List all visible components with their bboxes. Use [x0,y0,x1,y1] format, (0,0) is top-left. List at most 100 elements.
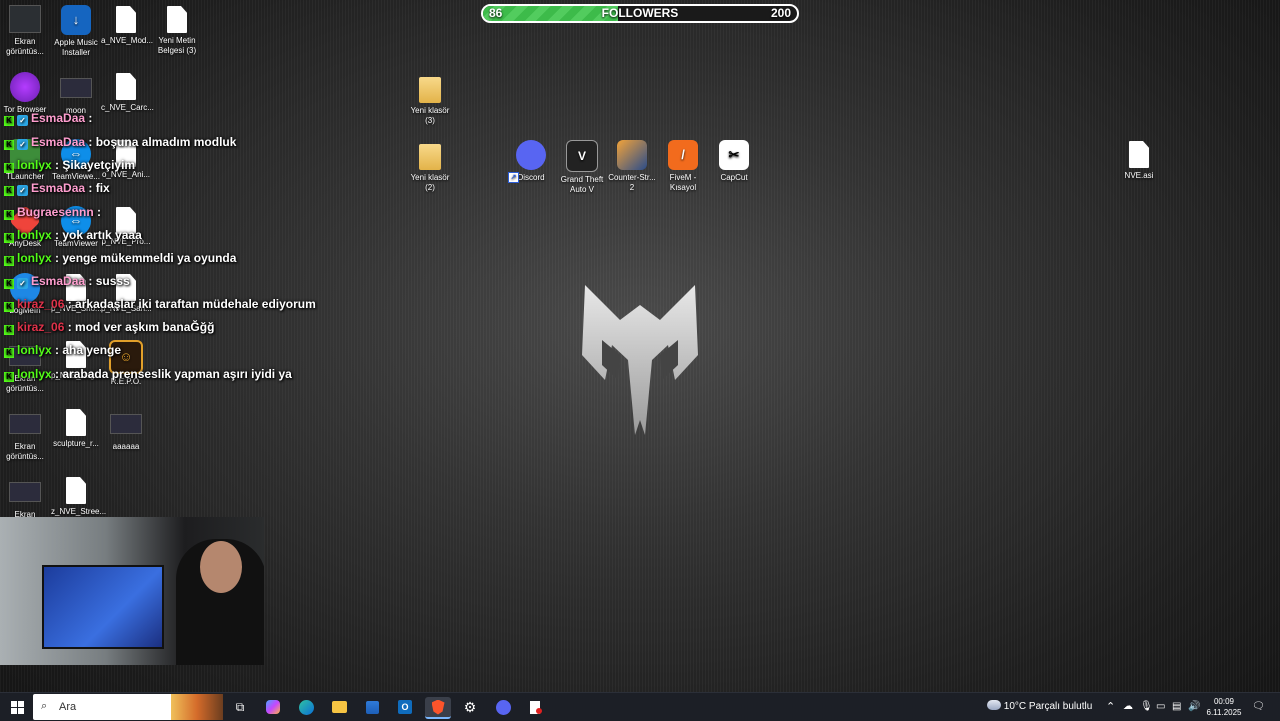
copilot-button[interactable] [262,697,284,717]
chat-message: Klonlyx : arabada prenseslik yapman aşır… [4,366,292,382]
desktop-icon-screenshot-4[interactable]: Ekran [0,476,50,520]
desktop-icon-yeni-klasor-3[interactable]: Yeni klasör (3) [405,75,455,126]
cloud-sync-icon: ☁ [1123,701,1133,712]
screenshot-thumbnail-icon [9,414,41,434]
document-taskbar-button[interactable] [525,697,547,717]
settings-button[interactable]: ⚙ [459,697,481,717]
desktop-icon-fivem[interactable]: / FiveM - Kısayol [658,140,708,193]
verified-badge-icon: ✓ [17,139,28,150]
installer-download-icon: ↓ [61,5,91,35]
clock[interactable]: 00:09 6.11.2025 [1204,693,1244,721]
kick-badge-icon: K [4,256,14,266]
desktop-icon-capcut[interactable]: ✂ CapCut [709,140,759,183]
desktop-icon-sculpture[interactable]: sculpture_r... [51,408,101,449]
text-document-icon [167,6,187,33]
tray-network[interactable]: ▤ [1172,693,1181,721]
verified-badge-icon: ✓ [17,185,28,196]
desktop-icon-apple-music-installer[interactable]: ↓ Apple Music Installer [51,5,101,58]
desktop-icon-gta-v[interactable]: V Grand Theft Auto V [557,140,607,195]
brave-icon [431,699,445,715]
desktop-icon-file-c-nve-carc[interactable]: c_NVE_Carc... [101,72,154,113]
verified-badge-icon: ✓ [17,115,28,126]
chevron-up-icon: ⌃ [1106,701,1116,713]
webcam-head [200,541,242,593]
icon-label: a_NVE_Mod... [101,36,154,45]
chat-username: EsmaDaa [31,274,86,288]
desktop-icon-counter-strike-2[interactable]: Counter-Str... 2 [607,140,657,193]
icon-label: Grand Theft Auto V [560,175,604,194]
chat-text: boşuna almadım modluk [95,135,237,149]
start-button[interactable] [6,697,28,717]
edge-button[interactable] [295,697,317,717]
taskbar-search-box[interactable]: ⌕ Ara [33,694,223,720]
desktop-icon-tor-browser[interactable]: Tor Browser [0,72,50,115]
chat-text: susss [95,274,130,288]
desktop-icon-discord[interactable]: ↗ Discord [506,140,556,183]
task-view-button[interactable]: ⧉ [229,697,251,717]
outlook-button[interactable]: O [394,697,416,717]
desktop-icon-yeni-metin-belgesi[interactable]: Yeni Metin Belgesi (3) [152,5,202,56]
chat-message: Klonlyx : aha yenge [4,342,121,358]
desktop-icon-screenshot-1[interactable]: Ekran görüntüs... [0,5,50,57]
chat-text: yok artık yaaa [62,228,142,242]
chat-separator: : [85,111,93,125]
screenshot-thumbnail-icon [9,482,41,502]
chat-username: Bugraesennn [17,205,94,219]
tray-overflow-button[interactable]: ⌃ [1106,693,1115,721]
search-placeholder: Ara [59,701,77,713]
image-thumbnail-icon [110,414,142,434]
chat-username: EsmaDaa [31,111,86,125]
icon-label: FiveM - Kısayol [669,173,697,192]
file-explorer-button[interactable] [328,697,350,717]
weather-widget[interactable]: 10°C Parçalı bulutlu [987,693,1092,721]
kick-badge-icon: K [4,302,14,312]
desktop-icon-screenshot-3[interactable]: Ekran görüntüs... [0,408,50,462]
notifications-button[interactable]: 🗨 [1252,693,1265,721]
tray-onedrive[interactable]: ☁ [1123,693,1133,721]
taskbar: ⌕ Ara ⧉ O ⚙ 10°C Parçalı bulutlu ⌃ ☁ 🎙 ▭… [0,692,1280,721]
icon-label: Apple Music Installer [54,38,98,57]
search-icon: ⌕ [41,700,48,712]
folder-icon [419,144,441,170]
desktop-icon-aaaaaa[interactable]: aaaaaa [101,408,151,452]
chat-separator: : [51,158,63,172]
brave-button[interactable] [425,697,451,719]
followers-label: FOLLOWERS [601,6,679,20]
gta-v-icon: V [566,140,598,172]
chat-text: yenge mükemmeldi ya oyunda [62,251,237,265]
desktop-icon-yeni-klasor-2[interactable]: Yeni klasör (2) [405,142,455,193]
chat-message: Kkiraz_06 : arkadaşlar iki taraftan müde… [4,296,316,312]
microphone-icon: 🎙 [1140,701,1153,712]
chat-separator: : [85,181,96,195]
task-view-icon: ⧉ [235,699,245,714]
kick-badge-icon: K [4,163,14,173]
chat-username: EsmaDaa [31,181,86,195]
tray-volume[interactable]: 🔊 [1188,693,1200,721]
desktop-icon-nve-asi[interactable]: NVE.asi [1114,140,1164,181]
chat-separator: : [64,320,76,334]
desktop-icon-file-z-nve-stree[interactable]: z_NVE_Stree... [51,476,106,517]
search-highlight-image [171,694,223,720]
chat-text: mod ver aşkım banaĞğğ [75,320,215,334]
chat-message: K Bugraesennn : [4,204,101,220]
kick-badge-icon: K [4,372,14,382]
icon-label: sculpture_r... [53,439,99,448]
desktop-icon-file-a-nve-mod[interactable]: a_NVE_Mod... [101,5,154,46]
icon-label: Discord [517,173,545,182]
weather-text: 10°C Parçalı bulutlu [1003,701,1093,712]
speaker-icon: 🔊 [1188,701,1201,712]
chat-username: lonlyx [17,228,52,242]
tray-display[interactable]: ▭ [1156,693,1165,721]
folder-icon [419,77,441,103]
file-icon [116,73,136,100]
chat-text: fix [95,181,110,195]
edge-icon [298,699,314,715]
discord-taskbar-button[interactable] [492,697,514,717]
icon-label: Yeni klasör (2) [410,173,450,192]
tray-microphone[interactable]: 🎙 [1140,693,1153,721]
store-button[interactable] [361,697,383,717]
chat-username: lonlyx [17,343,52,357]
fivem-icon: / [668,140,698,170]
chat-separator: : [51,343,63,357]
icon-label: NVE.asi [1124,171,1154,180]
